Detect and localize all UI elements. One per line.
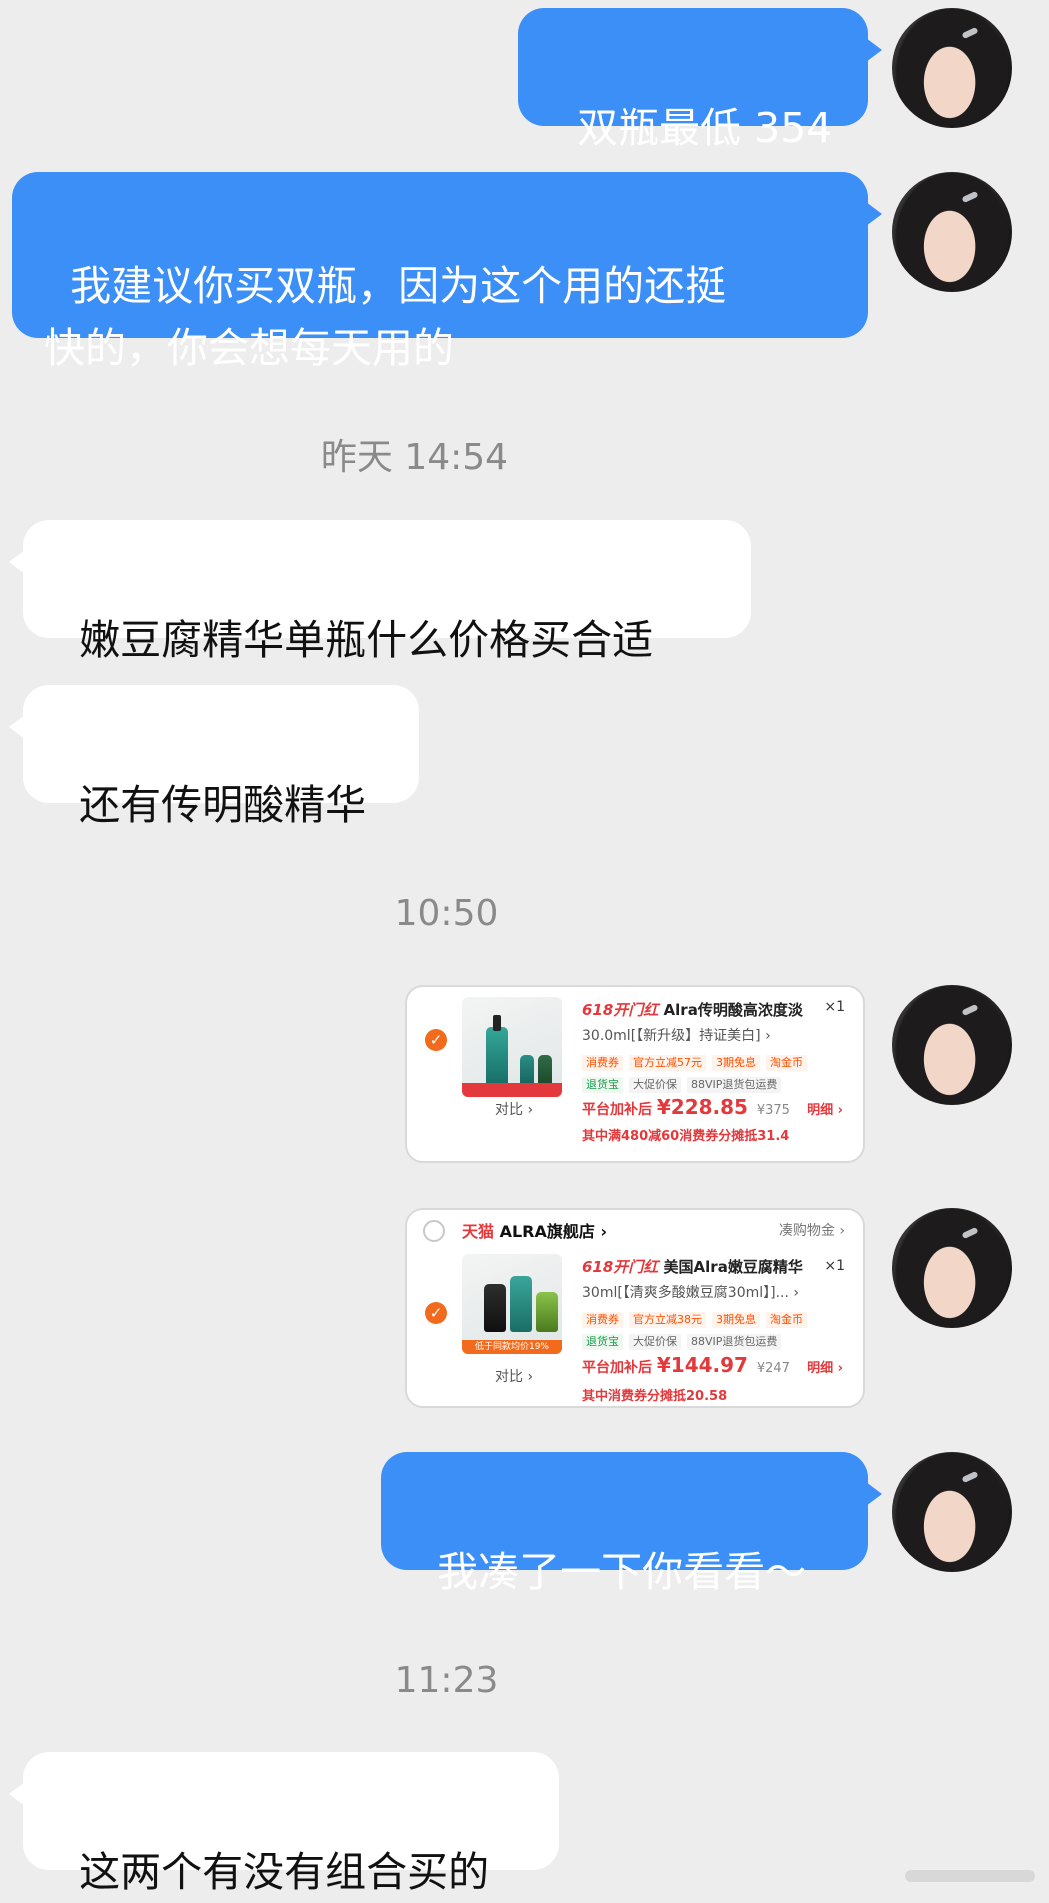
tag: 官方立减38元 — [629, 1312, 706, 1328]
store-header[interactable]: 天猫 ALRA旗舰店 › — [462, 1218, 607, 1242]
avatar[interactable] — [892, 985, 1012, 1105]
product-card[interactable]: 天猫 ALRA旗舰店 › 凑购物金 › ✓ 低于同款均价19% 对比 › 618… — [405, 1208, 865, 1408]
tag: 3期免息 — [712, 1055, 760, 1071]
message-text: 这两个有没有组合买的 — [79, 1848, 490, 1896]
promo-text: 其中消费券分摊抵20.58 — [582, 1389, 728, 1404]
price-prefix: 平台加补后 — [582, 1360, 652, 1376]
price: ¥144.97 — [656, 1353, 748, 1377]
product-thumbnail[interactable]: 低于同款均价19% — [462, 1254, 562, 1354]
tag: 3期免息 — [712, 1312, 760, 1328]
message-text: 还有传明酸精华 — [79, 781, 367, 829]
product-title-text: 美国Alra嫩豆腐精华 — [663, 1258, 803, 1276]
selected-check-icon[interactable]: ✓ — [425, 1029, 447, 1051]
tmall-logo: 天猫 — [462, 1222, 495, 1241]
tag: 88VIP退货包运费 — [687, 1334, 782, 1350]
message-bubble-outgoing[interactable]: 双瓶最低 354 — [518, 8, 882, 152]
message-text: 嫩豆腐精华单瓶什么价格买合适 — [79, 616, 654, 664]
price-line: 平台加补后 ¥144.97 ¥247 — [582, 1353, 790, 1377]
detail-link[interactable]: 明细 › — [807, 1357, 843, 1376]
quantity: ×1 — [824, 999, 845, 1015]
promo-618-label: 618开门红 — [582, 1001, 659, 1019]
promo-618-label: 618开门红 — [582, 1258, 659, 1276]
detail-link[interactable]: 明细 › — [807, 1099, 843, 1118]
original-price: ¥247 — [756, 1361, 790, 1376]
tag: 淘金币 — [766, 1312, 807, 1328]
product-title-text: Alra传明酸高浓度淡 — [663, 1001, 803, 1019]
tag: 88VIP退货包运费 — [687, 1077, 782, 1093]
message-text: 双瓶最低 354 — [577, 104, 833, 152]
tag: 消费券 — [582, 1312, 623, 1328]
product-title[interactable]: 618开门红 Alra传明酸高浓度淡 — [582, 999, 803, 1020]
tag: 淘金币 — [766, 1055, 807, 1071]
tag: 大促价保 — [629, 1334, 681, 1350]
avatar[interactable] — [892, 1452, 1012, 1572]
avatar[interactable] — [892, 172, 1012, 292]
tag: 大促价保 — [629, 1077, 681, 1093]
home-indicator — [905, 1870, 1035, 1882]
product-spec[interactable]: 30ml[【清爽多酸嫩豆腐30ml】]... › — [582, 1282, 799, 1302]
tag-row: 退货宝 大促价保 88VIP退货包运费 — [582, 1073, 787, 1093]
message-bubble-incoming[interactable]: 这两个有没有组合买的 — [9, 1752, 559, 1896]
timestamp: 10:50 — [394, 893, 499, 934]
tag-row: 消费券 官方立减57元 3期免息 淘金币 — [582, 1051, 813, 1071]
store-name: ALRA旗舰店 — [499, 1222, 595, 1241]
tag: 退货宝 — [582, 1077, 623, 1093]
message-bubble-outgoing[interactable]: 我凑了一下你看看～ — [381, 1452, 882, 1596]
product-spec[interactable]: 30.0ml[【新升级】持证美白] › — [582, 1025, 771, 1045]
message-bubble-incoming[interactable]: 嫩豆腐精华单瓶什么价格买合适 — [9, 520, 751, 664]
store-unchecked-icon[interactable] — [423, 1220, 445, 1242]
product-card[interactable]: ✓ 对比 › 618开门红 Alra传明酸高浓度淡 ×1 30.0ml[【新升级… — [405, 985, 865, 1163]
quantity: ×1 — [824, 1258, 845, 1274]
message-text: 我建议你买双瓶，因为这个用的还挺 快的，你会想每天用的 — [44, 262, 727, 372]
thumbnail-badge: 低于同款均价19% — [462, 1340, 562, 1354]
promo-text: 其中满480减60消费券分摊抵31.4 — [582, 1129, 790, 1144]
price-prefix: 平台加补后 — [582, 1102, 652, 1118]
tag: 退货宝 — [582, 1334, 623, 1350]
product-title[interactable]: 618开门红 美国Alra嫩豆腐精华 — [582, 1256, 803, 1277]
timestamp: 昨天 14:54 — [320, 437, 509, 478]
tag-row: 消费券 官方立减38元 3期免息 淘金币 — [582, 1308, 813, 1328]
price-line: 平台加补后 ¥228.85 ¥375 — [582, 1095, 790, 1119]
product-thumbnail[interactable] — [462, 997, 562, 1097]
tag-row: 退货宝 大促价保 88VIP退货包运费 — [582, 1330, 787, 1350]
compare-link[interactable]: 对比 › — [495, 1366, 533, 1386]
price: ¥228.85 — [656, 1095, 748, 1119]
compare-link[interactable]: 对比 › — [495, 1099, 533, 1119]
message-text: 我凑了一下你看看～ — [437, 1548, 807, 1596]
selected-check-icon[interactable]: ✓ — [425, 1302, 447, 1324]
original-price: ¥375 — [756, 1103, 790, 1118]
tag: 官方立减57元 — [629, 1055, 706, 1071]
message-bubble-incoming[interactable]: 还有传明酸精华 — [9, 685, 419, 829]
message-bubble-outgoing[interactable]: 我建议你买双瓶，因为这个用的还挺 快的，你会想每天用的 — [12, 172, 882, 372]
tag: 消费券 — [582, 1055, 623, 1071]
store-action-link[interactable]: 凑购物金 › — [779, 1220, 845, 1240]
timestamp: 11:23 — [394, 1660, 499, 1701]
avatar[interactable] — [892, 1208, 1012, 1328]
avatar[interactable] — [892, 8, 1012, 128]
